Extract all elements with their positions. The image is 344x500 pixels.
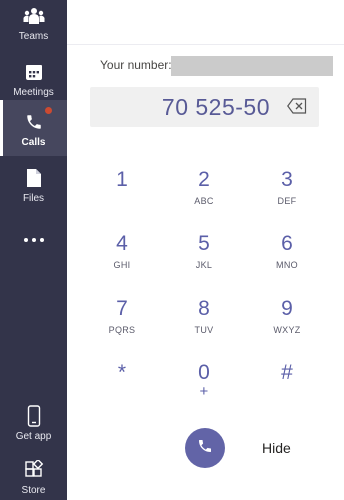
sidebar-item-teams[interactable]: Teams [0,0,67,56]
notification-badge [45,107,52,114]
mobile-device-icon [22,404,46,428]
key-digit: 2 [198,168,210,191]
phone-icon [22,110,46,134]
sidebar-item-store[interactable]: Store [0,456,67,500]
key-letters: PQRS [108,325,136,335]
key-digit: 3 [281,168,293,191]
key-digit: 6 [281,232,293,255]
key-letters: MNO [276,260,298,270]
key-hash[interactable]: # [257,361,317,417]
sidebar-item-label: Meetings [13,87,54,98]
key-digit: 7 [116,297,128,320]
key-3[interactable]: 3 DEF [257,168,317,224]
key-9[interactable]: 9 WXYZ [257,297,317,353]
ellipsis-icon[interactable] [0,230,67,250]
key-letters: ABC [194,196,214,206]
calendar-icon [22,60,46,84]
key-digit: 1 [116,168,128,191]
key-1[interactable]: 1 [92,168,152,224]
key-digit: 9 [281,297,293,320]
key-letters: + [199,383,209,400]
sidebar-item-get-app[interactable]: Get app [0,402,67,458]
app-sidebar: Teams Meetings Calls Files Get app Store [0,0,67,500]
sidebar-item-label: Calls [21,137,46,148]
key-letters: GHI [113,260,131,270]
key-digit: 5 [198,232,210,255]
hide-button[interactable]: Hide [262,440,291,456]
key-letters: JKL [195,260,213,270]
redacted-number [171,56,333,76]
key-letters: DEF [277,196,297,206]
key-digit: 8 [198,297,210,320]
sidebar-item-label: Store [21,485,46,496]
store-icon [22,458,46,482]
key-4[interactable]: 4 GHI [92,232,152,288]
key-letters: TUV [194,325,214,335]
backspace-icon[interactable] [287,98,307,114]
key-6[interactable]: 6 MNO [257,232,317,288]
key-digit: # [281,361,293,384]
key-2[interactable]: 2 ABC [174,168,234,224]
key-digit: * [117,361,127,384]
key-digit: 4 [116,232,128,255]
file-icon [22,166,46,190]
teams-icon [22,4,46,28]
sidebar-item-label: Files [22,193,45,204]
sidebar-item-label: Get app [15,431,52,442]
header-bar [67,0,344,45]
sidebar-item-label: Teams [18,31,49,42]
key-star[interactable]: * [92,361,152,417]
sidebar-item-files[interactable]: Files [0,162,67,218]
key-digit: 0 [198,361,210,384]
key-0[interactable]: 0 + [174,361,234,417]
dial-number-field[interactable]: 70 525-50 [90,87,319,127]
key-5[interactable]: 5 JKL [174,232,234,288]
phone-icon [197,438,213,459]
sidebar-item-calls[interactable]: Calls [0,100,67,156]
key-7[interactable]: 7 PQRS [92,297,152,353]
key-8[interactable]: 8 TUV [174,297,234,353]
your-number-label: Your number: [100,58,172,72]
dial-number-value[interactable]: 70 525-50 [90,94,270,121]
key-letters: WXYZ [273,325,301,335]
call-button[interactable] [185,428,225,468]
